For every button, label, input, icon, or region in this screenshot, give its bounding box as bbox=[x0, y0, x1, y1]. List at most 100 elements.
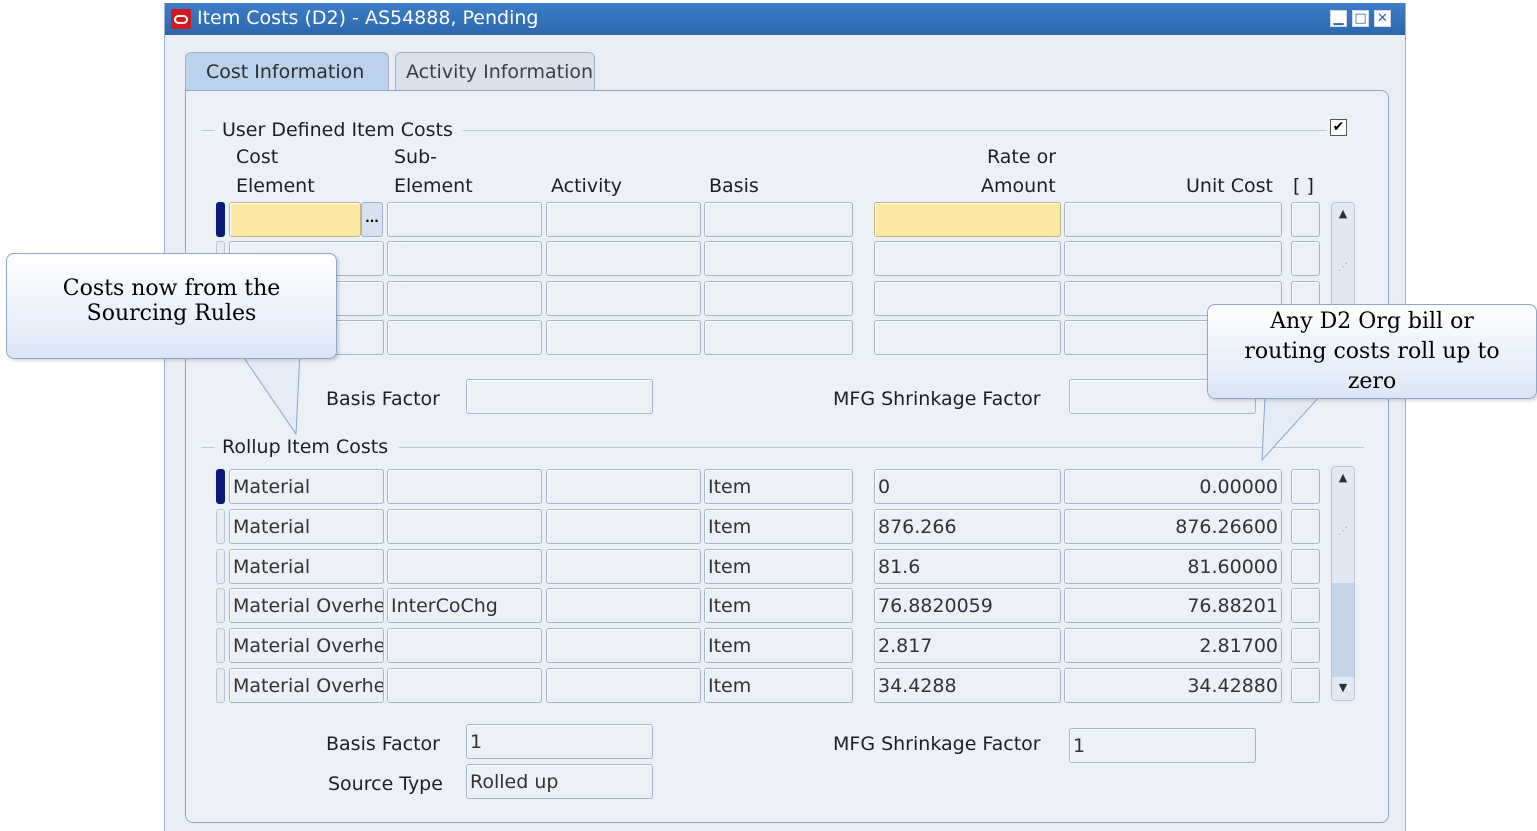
source-type-field[interactable]: Rolled up bbox=[466, 764, 653, 799]
basis-field[interactable]: Item bbox=[704, 668, 853, 703]
rollup-mfg-shrinkage-field[interactable]: 1 bbox=[1069, 728, 1256, 763]
activity-field[interactable] bbox=[546, 320, 701, 355]
cost-element-field[interactable]: Material bbox=[229, 509, 384, 544]
scroll-down-icon[interactable]: ▼ bbox=[1332, 677, 1354, 699]
close-icon[interactable]: ✕ bbox=[1374, 10, 1391, 27]
zero-rollup-callout: Any D2 Org bill or routing costs roll up… bbox=[1207, 304, 1537, 399]
rate-field[interactable]: 0 bbox=[874, 469, 1061, 504]
header-basis: Basis bbox=[709, 175, 759, 197]
header-rate-1: Rate or bbox=[987, 146, 1057, 168]
header-unit-cost: Unit Cost bbox=[1186, 175, 1273, 197]
sub-element-field[interactable] bbox=[387, 281, 542, 316]
activity-field[interactable] bbox=[546, 241, 701, 276]
basis-field[interactable]: Item bbox=[704, 628, 853, 663]
activity-field[interactable] bbox=[546, 588, 701, 623]
flex-field[interactable] bbox=[1291, 202, 1320, 237]
tab-cost-information[interactable]: Cost Information bbox=[185, 52, 389, 90]
basis-field[interactable]: Item bbox=[704, 469, 853, 504]
sub-element-field[interactable] bbox=[387, 241, 542, 276]
row-indicator[interactable] bbox=[216, 509, 225, 544]
unit-cost-field[interactable]: 76.88201 bbox=[1064, 588, 1282, 623]
basis-field[interactable] bbox=[704, 241, 853, 276]
flex-field[interactable] bbox=[1291, 588, 1320, 623]
cost-element-field[interactable] bbox=[229, 202, 361, 237]
scroll-grip-icon: ⋰ bbox=[1338, 262, 1348, 273]
activity-field[interactable] bbox=[546, 628, 701, 663]
activity-field[interactable] bbox=[546, 668, 701, 703]
sub-element-field[interactable] bbox=[387, 628, 542, 663]
scroll-up-icon[interactable]: ▲ bbox=[1332, 203, 1354, 225]
basis-field[interactable]: Item bbox=[704, 588, 853, 623]
flex-field[interactable] bbox=[1291, 241, 1320, 276]
flex-field[interactable] bbox=[1291, 628, 1320, 663]
row-indicator[interactable] bbox=[216, 469, 225, 504]
basis-field[interactable] bbox=[704, 281, 853, 316]
rate-field[interactable] bbox=[874, 281, 1061, 316]
row-indicator[interactable] bbox=[216, 202, 225, 237]
row-indicator[interactable] bbox=[216, 668, 225, 703]
scroll-grip-icon: ⋰ bbox=[1338, 526, 1348, 537]
unit-cost-field[interactable]: 34.42880 bbox=[1064, 668, 1282, 703]
minimize-icon[interactable]: ▁ bbox=[1330, 10, 1347, 27]
cost-element-field[interactable]: Material bbox=[229, 549, 384, 584]
activity-field[interactable] bbox=[546, 509, 701, 544]
cost-element-field[interactable]: Material Overhe bbox=[229, 588, 384, 623]
flex-field[interactable] bbox=[1291, 549, 1320, 584]
unit-cost-field[interactable]: 2.81700 bbox=[1064, 628, 1282, 663]
section-divider bbox=[201, 447, 215, 448]
sub-element-field[interactable] bbox=[387, 668, 542, 703]
row-indicator[interactable] bbox=[216, 628, 225, 663]
ud-basis-factor-field[interactable] bbox=[466, 379, 653, 414]
header-cost-element-2: Element bbox=[236, 175, 315, 197]
row-indicator[interactable] bbox=[216, 549, 225, 584]
maximize-icon[interactable]: □ bbox=[1352, 10, 1369, 27]
rate-field[interactable]: 876.266 bbox=[874, 509, 1061, 544]
oracle-logo-icon bbox=[171, 9, 191, 29]
sub-element-field[interactable] bbox=[387, 469, 542, 504]
flex-field[interactable] bbox=[1291, 668, 1320, 703]
basis-field[interactable]: Item bbox=[704, 509, 853, 544]
flex-field[interactable] bbox=[1291, 469, 1320, 504]
activity-field[interactable] bbox=[546, 281, 701, 316]
unit-cost-field[interactable] bbox=[1064, 241, 1282, 276]
rate-field[interactable] bbox=[874, 241, 1061, 276]
unit-cost-field[interactable]: 81.60000 bbox=[1064, 549, 1282, 584]
unit-cost-field[interactable]: 876.26600 bbox=[1064, 509, 1282, 544]
activity-field[interactable] bbox=[546, 202, 701, 237]
rate-field[interactable]: 81.6 bbox=[874, 549, 1061, 584]
sub-element-field[interactable] bbox=[387, 202, 542, 237]
sourcing-rules-callout: Costs now from the Sourcing Rules bbox=[6, 253, 337, 359]
rollup-scrollbar[interactable]: ▲ ⋰ ▼ bbox=[1331, 466, 1355, 701]
rate-field[interactable]: 2.817 bbox=[874, 628, 1061, 663]
rollup-basis-factor-field[interactable]: 1 bbox=[466, 724, 653, 759]
lov-button[interactable]: ... bbox=[361, 202, 383, 237]
rate-field[interactable]: 34.4288 bbox=[874, 668, 1061, 703]
cost-element-field[interactable]: Material Overhe bbox=[229, 668, 384, 703]
rate-field[interactable]: 76.8820059 bbox=[874, 588, 1061, 623]
sub-element-field[interactable] bbox=[387, 320, 542, 355]
basis-field[interactable] bbox=[704, 320, 853, 355]
scroll-up-icon[interactable]: ▲ bbox=[1332, 467, 1354, 489]
rate-field[interactable] bbox=[874, 202, 1061, 237]
unit-cost-field[interactable] bbox=[1064, 202, 1282, 237]
title-bar: Item Costs (D2) - AS54888, Pending ▁ □ ✕ bbox=[165, 3, 1405, 35]
sub-element-field[interactable] bbox=[387, 509, 542, 544]
sub-element-field[interactable] bbox=[387, 549, 542, 584]
header-cost-element-1: Cost bbox=[236, 146, 279, 168]
activity-field[interactable] bbox=[546, 549, 701, 584]
cost-element-field[interactable]: Material Overhe bbox=[229, 628, 384, 663]
tab-activity-information[interactable]: Activity Information bbox=[395, 52, 595, 90]
sub-element-field[interactable]: InterCoChg bbox=[387, 588, 542, 623]
rollup-section-title: Rollup Item Costs bbox=[222, 436, 389, 458]
unit-cost-field[interactable]: 0.00000 bbox=[1064, 469, 1282, 504]
header-rate-2: Amount bbox=[981, 175, 1056, 197]
activity-field[interactable] bbox=[546, 469, 701, 504]
cost-element-field[interactable]: Material bbox=[229, 469, 384, 504]
basis-field[interactable]: Item bbox=[704, 549, 853, 584]
basis-field[interactable] bbox=[704, 202, 853, 237]
scroll-thumb[interactable] bbox=[1332, 583, 1354, 677]
row-indicator[interactable] bbox=[216, 588, 225, 623]
user-defined-checkbox[interactable]: ✔ bbox=[1330, 119, 1347, 136]
flex-field[interactable] bbox=[1291, 509, 1320, 544]
rate-field[interactable] bbox=[874, 320, 1061, 355]
